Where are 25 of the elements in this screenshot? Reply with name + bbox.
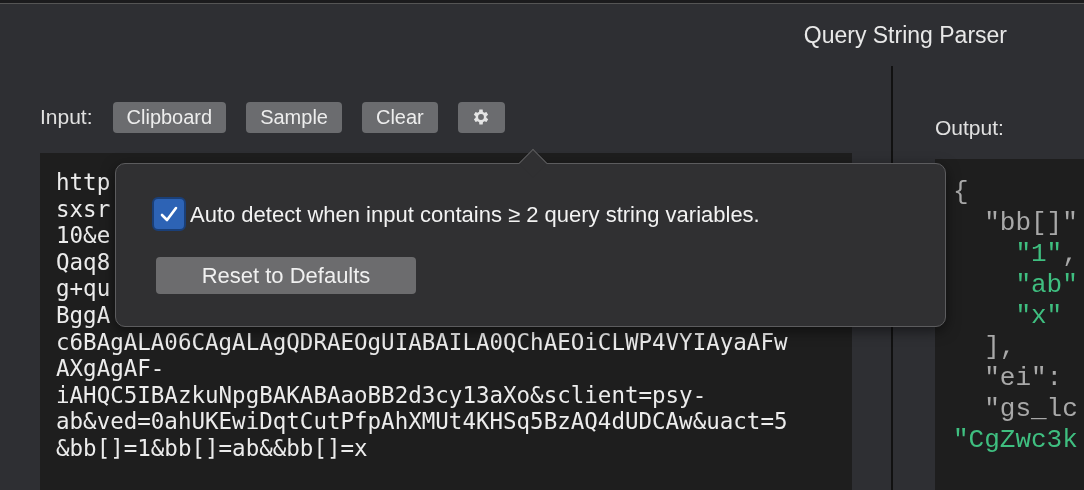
- output-token: "1": [1014, 238, 1063, 270]
- input-text-line: ab&ved=0ahUKEwiDqtCutPfpAhXMUt4KHSq5BzAQ4dUDCAw&uact=5: [56, 408, 788, 435]
- output-token: "CgZwc3k: [953, 424, 1078, 456]
- output-token: {: [953, 176, 969, 208]
- output-token: ,: [1062, 238, 1078, 270]
- output-token: "gs_lc: [983, 393, 1078, 425]
- input-text-line: iAHQC5IBAzkuNpgBAKABAaoBB2d3cy13aXo&sclient=psy-: [56, 381, 707, 409]
- checkbox-label: Auto detect when input contains ≥ 2 query string variables.: [190, 200, 760, 229]
- input-label: Input:: [40, 104, 93, 131]
- input-text-line: c6BAgALA06CAgALAgQDRAEOgUIABAILA0QChAEOiCLWP4VYIAyaAFw: [56, 328, 788, 356]
- input-text-line: Qaq8: [56, 248, 111, 276]
- input-text-line: AXgAgAF-: [56, 355, 165, 382]
- output-token: "ei":: [983, 362, 1063, 394]
- input-text-line: 10&e: [56, 222, 111, 249]
- output-token: "x": [1014, 300, 1063, 332]
- input-text-line: g+qu: [56, 275, 111, 302]
- input-text-line: BggA: [56, 301, 111, 329]
- window-title: Query String Parser: [803, 20, 1007, 50]
- input-text-line: sxsr: [56, 195, 111, 223]
- output-token: "ab": [1014, 269, 1078, 301]
- input-text-line: &bb[]=1&bb[]=ab&&bb[]=x: [56, 434, 368, 462]
- output-token: "bb[]": [983, 207, 1078, 239]
- output-token: ],: [983, 331, 1016, 363]
- input-text-line: http: [56, 169, 111, 196]
- output-label: Output:: [935, 115, 1005, 141]
